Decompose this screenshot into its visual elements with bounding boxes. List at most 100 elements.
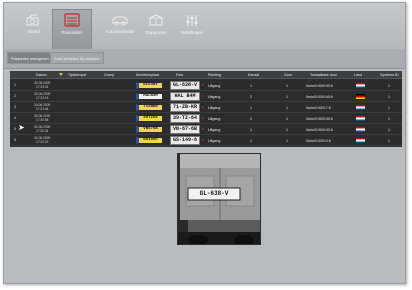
row-direction: Uitgang [208,139,221,143]
tab-zoek-kenteken[interactable]: Zoek kenteken bij voorkeur [50,52,104,64]
passages-table: Datum Tijdstempel Groep Kentekenplaat Fo… [10,71,402,147]
plate-text: GL638V [136,82,163,89]
car-icon [112,16,128,26]
row-duur: 0min/0:00/0:00:6 [306,128,333,132]
row-zone: 1 [286,128,288,132]
row-duur: 0min/0:00/0:00:6 [306,117,333,121]
row-zone: 1 [286,84,288,88]
row-systeem-id: 1 [388,128,390,132]
plate-photo[interactable]: 71-ZB-KR [170,103,200,112]
row-kanaal: 1 [250,106,252,110]
flag-nl-icon [356,127,365,132]
tab-passanten-weergeven[interactable]: Passanten weergeven [7,52,53,64]
flag-nl-icon [356,138,365,143]
plate-photo[interactable]: GL-638-V [170,81,200,90]
row-number: 4 [14,116,16,120]
photo-plate-text: GL-638-V [199,190,229,197]
col-richting[interactable]: Richting [208,73,221,77]
row-direction: Uitgang [208,117,221,121]
row-number: 1 [14,83,16,87]
toolbar-passanten[interactable]: Passanten [52,9,92,49]
table-row[interactable]: 5 30-06-2009 17:20:31 VN676B VN-67-6B ▸ … [10,124,402,135]
plate-text: 39TZ64 [136,115,163,122]
col-kentekenplaat[interactable]: Kentekenplaat [136,73,159,77]
row-kanaal: 2 [250,95,252,99]
row-duur: 0min/0:00/0:00:6 [306,95,333,99]
col-toelaatbare-duur[interactable]: Toelaatbare duur [310,73,337,77]
row-time: 17:20:02 [36,140,49,144]
alert-mark-icon: ▸ [202,115,205,120]
row-number: 5 [14,127,16,131]
row-time: 17:21:44 [36,107,49,111]
row-zone: 1 [286,95,288,99]
row-number: 2 [14,94,16,98]
row-time: 17:22:16 [36,96,49,100]
toolbar-instellingen-label: Instellingen [180,30,204,35]
flag-nl-icon [356,116,365,121]
flag-de-icon [356,94,365,99]
toolbar-passanten-label: Passanten [61,30,83,35]
col-kanaal[interactable]: Kanaal [248,73,259,77]
row-systeem-id: 1 [388,95,390,99]
row-time: 17:23:31 [36,85,49,89]
toolbar-beeld-label: Beeld [28,29,40,34]
plate-photo[interactable]: GS-149-6 [170,136,200,145]
row-kanaal: 1 [250,84,252,88]
col-datum[interactable]: Datum [36,73,47,77]
row-zone: 1 [286,117,288,121]
col-zone[interactable]: Zone [284,73,292,77]
sort-desc-icon[interactable] [59,73,63,76]
alert-mark-icon: ▸ [202,126,205,131]
row-kanaal: 1 [250,139,252,143]
table-row[interactable]: 1 30-06-2009 17:23:31 GL638V GL-638-V ▸ … [10,80,402,91]
sub-tab-bar: Passanten weergeven Zoek kenteken bij vo… [4,49,405,69]
passages-icon [64,13,80,27]
row-kanaal: 2 [250,117,252,121]
reports-icon [149,14,163,26]
app-window: Beeld Passanten Autoinformatie Rapporten… [3,2,406,284]
row-number: 3 [14,105,16,109]
plate-text: GS1496 [136,137,163,144]
flag-nl-icon [356,83,365,88]
row-direction: Uitgang [208,84,221,88]
col-systeem-id[interactable]: Systeem ID [380,73,399,77]
van-rear-image [178,154,260,244]
plate-photo[interactable]: VN-67-6B [170,125,200,134]
row-number: 6 [14,138,16,142]
table-row[interactable]: 2 30-06-2009 17:22:16 HALB4M HAL B4M ▸ U… [10,91,402,102]
plate-photo[interactable]: HAL B4M [170,92,200,101]
camera-icon [26,14,39,26]
row-direction: Uitgang [208,106,221,110]
row-systeem-id: 1 [388,84,390,88]
alert-mark-icon: ▸ [202,104,205,109]
row-systeem-id: 1 [388,106,390,110]
row-direction: Uitgang [208,95,221,99]
settings-icon [186,15,198,26]
toolbar-instellingen[interactable]: Instellingen [170,11,214,47]
row-zone: 1 [286,139,288,143]
vehicle-photo: GL-638-V [177,153,261,245]
plate-text: 71ZBKR [136,104,163,111]
row-zone: 1 [286,106,288,110]
row-systeem-id: 1 [388,117,390,121]
col-foto[interactable]: Foto [176,73,183,77]
plate-text: VN676B [136,126,163,133]
main-toolbar: Beeld Passanten Autoinformatie Rapporten… [4,3,405,49]
table-row[interactable]: 6 30-06-2009 17:20:02 GS1496 GS-149-6 ▸ … [10,135,402,146]
alert-mark-icon: ▸ [202,82,205,87]
row-duur: 0min/0:00/0:00:6 [306,84,333,88]
flag-nl-icon [356,105,365,110]
row-duur: 0min/0:00/0:0:6 [306,139,331,143]
col-groep[interactable]: Groep [104,73,114,77]
col-land[interactable]: Land [354,73,362,77]
table-row[interactable]: 3 30-06-2009 17:21:44 71ZBKR 71-ZB-KR ▸ … [10,102,402,113]
row-time: 17:20:31 [36,129,49,133]
col-tijdstempel[interactable]: Tijdstempel [68,73,86,77]
row-kanaal: 1 [250,128,252,132]
table-header: Datum Tijdstempel Groep Kentekenplaat Fo… [10,71,402,79]
plate-text: HALB4M [136,93,163,100]
row-time: 17:20:58 [36,118,49,122]
toolbar-beeld[interactable]: Beeld [12,11,56,47]
table-row[interactable]: 4 30-06-2009 17:20:58 39TZ64 39-TZ-64 ▸ … [10,113,402,124]
plate-photo[interactable]: 39-TZ-64 [170,114,200,123]
